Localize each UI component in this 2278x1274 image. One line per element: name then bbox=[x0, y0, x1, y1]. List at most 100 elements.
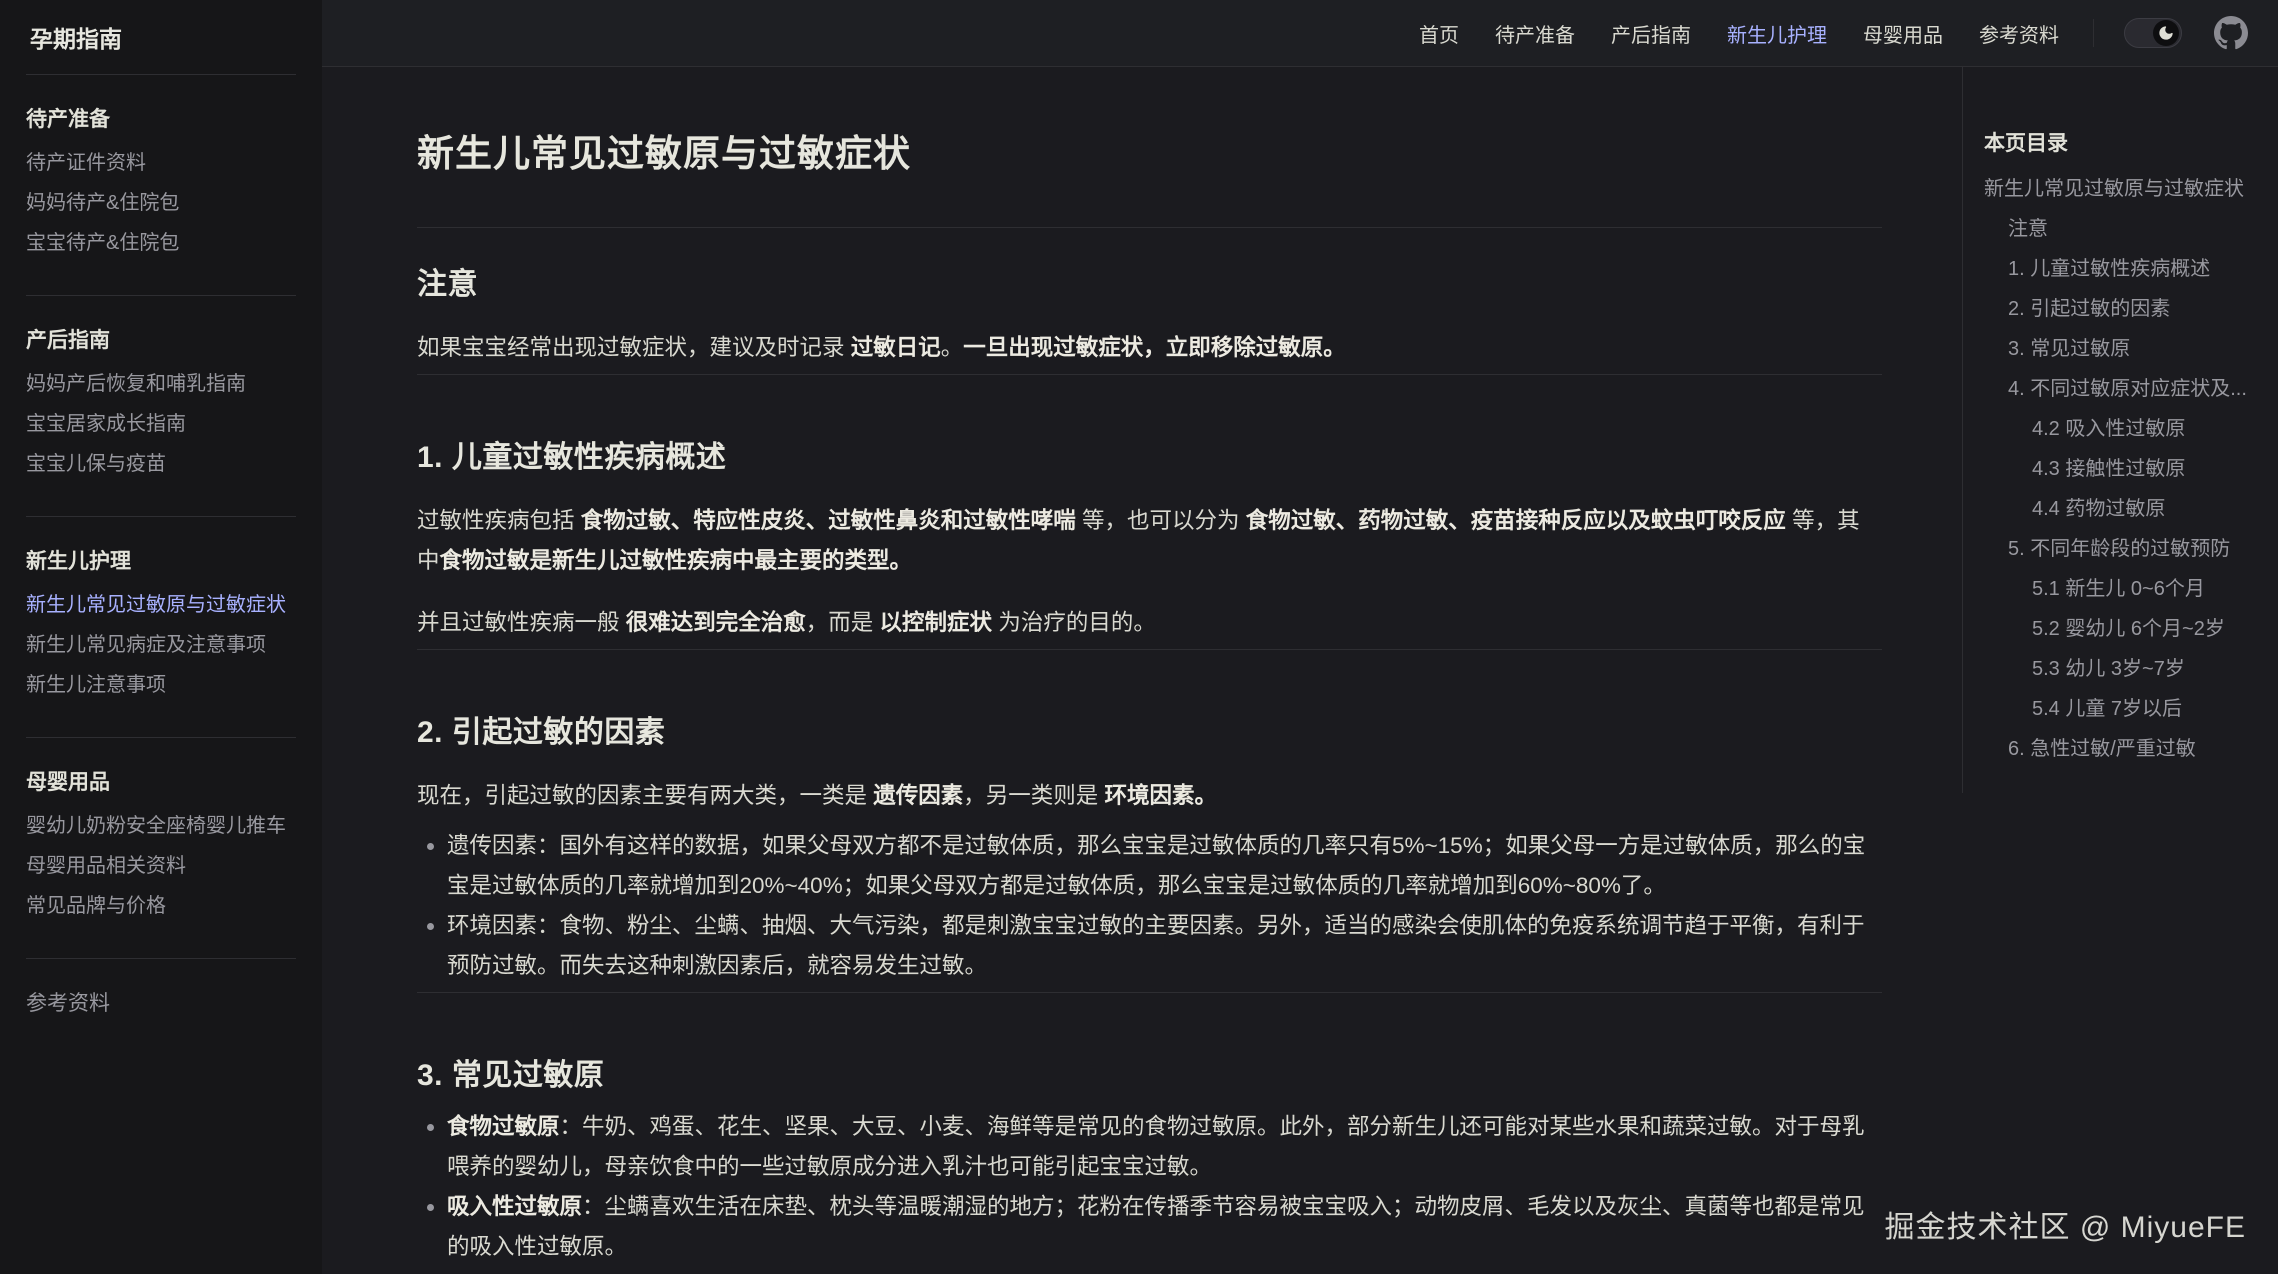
toc-item-2[interactable]: 1. 儿童过敏性疾病概述 bbox=[1984, 258, 2210, 280]
bold-text: 食物过敏、特应性皮炎、过敏性鼻炎和过敏性哮喘 bbox=[581, 508, 1076, 533]
bold-text: 食物过敏、药物过敏、疫苗接种反应以及蚊虫叮咬反应 bbox=[1246, 508, 1786, 533]
toc-items: 新生儿常见过敏原与过敏症状注意 1. 儿童过敏性疾病概述 2. 引起过敏的因素 3. … bbox=[1984, 169, 2262, 769]
sidebar-item-3-2[interactable]: 婴儿推车 bbox=[206, 815, 286, 837]
list-item: 接触性过敏原：羊毛、染料、化妆品、乳胶、化纤衣物、清洁剂、消毒剂，以及一些婴儿护… bbox=[447, 1267, 1882, 1274]
nav-link-2[interactable]: 产后指南 bbox=[1611, 19, 1691, 48]
sidebar-item-3-0[interactable]: 婴幼儿奶粉 bbox=[26, 815, 126, 837]
list-item: 遗传因素：国外有这样的数据，如果父母双方都不是过敏体质，那么宝宝是过敏体质的几率… bbox=[447, 826, 1882, 906]
section-3: 3. 常见过敏原食物过敏原：牛奶、鸡蛋、花生、坚果、大豆、小麦、海鲜等是常见的食… bbox=[417, 992, 1882, 1274]
list-item: 吸入性过敏原：尘螨喜欢生活在床垫、枕头等温暖潮湿的地方；花粉在传播季节容易被宝宝… bbox=[447, 1187, 1882, 1267]
toc-title: 本页目录 bbox=[1984, 127, 2262, 161]
toc-item-3[interactable]: 2. 引起过敏的因素 bbox=[1984, 298, 2170, 320]
text: 如果宝宝经常出现过敏症状，建议及时记录 bbox=[417, 335, 851, 360]
watermark: 掘金技术社区 @ MiyueFE bbox=[1885, 1202, 2246, 1246]
github-icon bbox=[2214, 16, 2248, 50]
sidebar-group-4: 参考资料 bbox=[26, 959, 296, 1051]
text: 并且过敏性疾病一般 bbox=[417, 610, 626, 635]
theme-toggle-knob bbox=[2153, 20, 2179, 46]
github-link[interactable] bbox=[2214, 16, 2248, 50]
section-heading-2: 2. 引起过敏的因素 bbox=[417, 712, 1882, 754]
sidebar-group-title-2: 新生儿护理 bbox=[26, 547, 296, 577]
toc-item-7[interactable]: 4.2 吸入性过敏原 bbox=[1984, 418, 2185, 440]
sidebar-item-1-2[interactable]: 宝宝儿保与疫苗 bbox=[26, 453, 166, 475]
nav-link-3[interactable]: 新生儿护理 bbox=[1727, 19, 1827, 48]
sidebar-group-title-3: 母婴用品 bbox=[26, 768, 296, 798]
sidebar-groups: 待产准备待产证件资料妈妈待产&住院包宝宝待产&住院包产后指南妈妈产后恢复和哺乳指… bbox=[26, 75, 296, 1051]
toc-item-1[interactable]: 注意 bbox=[1984, 218, 2048, 240]
paragraph: 并且过敏性疾病一般 很难达到完全治愈，而是 以控制症状 为治疗的目的。 bbox=[417, 603, 1882, 643]
section-heading-0: 注意 bbox=[417, 264, 1882, 306]
text: 现在，引起过敏的因素主要有两大类，一类是 bbox=[417, 783, 873, 808]
toc-item-0[interactable]: 新生儿常见过敏原与过敏症状 bbox=[1984, 178, 2244, 200]
section-1: 1. 儿童过敏性疾病概述过敏性疾病包括 食物过敏、特应性皮炎、过敏性鼻炎和过敏性… bbox=[417, 374, 1882, 643]
bold-text: 吸入性过敏原 bbox=[447, 1194, 582, 1219]
text: 过敏性疾病包括 bbox=[417, 508, 581, 533]
list-item: 环境因素：食物、粉尘、尘螨、抽烟、大气污染，都是刺激宝宝过敏的主要因素。另外，适… bbox=[447, 906, 1882, 986]
bullet-list: 食物过敏原：牛奶、鸡蛋、花生、坚果、大豆、小麦、海鲜等是常见的食物过敏原。此外，… bbox=[417, 1107, 1882, 1274]
sidebar-group-0: 待产准备待产证件资料妈妈待产&住院包宝宝待产&住院包 bbox=[26, 75, 296, 296]
toc-item-9[interactable]: 4.4 药物过敏原 bbox=[1984, 498, 2165, 520]
toc-item-6[interactable]: 4.1 食物过敏原 bbox=[2247, 378, 2278, 400]
bold-text: 以控制症状 bbox=[880, 610, 993, 635]
text: ：尘螨喜欢生活在床垫、枕头等温暖潮湿的地方；花粉在传播季节容易被宝宝吸入；动物皮… bbox=[447, 1194, 1865, 1259]
bold-text: 过敏日记 bbox=[851, 335, 941, 360]
sidebar-item-0-1[interactable]: 妈妈待产&住院包 bbox=[26, 192, 179, 214]
toc: 本页目录 新生儿常见过敏原与过敏症状注意 1. 儿童过敏性疾病概述 2. 引起过敏的… bbox=[1962, 67, 2262, 793]
list-item: 食物过敏原：牛奶、鸡蛋、花生、坚果、大豆、小麦、海鲜等是常见的食物过敏原。此外，… bbox=[447, 1107, 1882, 1187]
nav-link-0[interactable]: 首页 bbox=[1419, 19, 1459, 48]
sidebar-item-0-2[interactable]: 宝宝待产&住院包 bbox=[26, 232, 179, 254]
text: ：牛奶、鸡蛋、花生、坚果、大豆、小麦、海鲜等是常见的食物过敏原。此外，部分新生儿… bbox=[447, 1114, 1865, 1179]
sidebar: 孕期指南 待产准备待产证件资料妈妈待产&住院包宝宝待产&住院包产后指南妈妈产后恢… bbox=[0, 0, 322, 1274]
bold-text: 食物过敏原 bbox=[447, 1114, 560, 1139]
article: 新生儿常见过敏原与过敏症状 注意如果宝宝经常出现过敏症状，建议及时记录 过敏日记… bbox=[417, 67, 1882, 1274]
text: 。 bbox=[941, 335, 964, 360]
bold-text: 食物过敏是新生儿过敏性疾病中最主要的类型。 bbox=[440, 548, 913, 573]
nav-link-5[interactable]: 参考资料 bbox=[1979, 19, 2059, 48]
toc-item-5[interactable]: 4. 不同过敏原对应症状及... bbox=[1984, 378, 2247, 400]
theme-toggle[interactable] bbox=[2124, 18, 2182, 48]
section-heading-1: 1. 儿童过敏性疾病概述 bbox=[417, 437, 1882, 479]
site-title[interactable]: 孕期指南 bbox=[26, 0, 296, 75]
text: ，另一类则是 bbox=[963, 783, 1104, 808]
sidebar-item-2-0[interactable]: 新生儿常见过敏原与过敏症状 bbox=[26, 594, 286, 616]
toc-item-14[interactable]: 5.4 儿童 7岁以后 bbox=[1984, 698, 2182, 720]
toc-item-8[interactable]: 4.3 接触性过敏原 bbox=[1984, 458, 2185, 480]
bold-text: 很难达到完全治愈 bbox=[626, 610, 806, 635]
moon-icon bbox=[2158, 25, 2174, 41]
nav-link-4[interactable]: 母婴用品 bbox=[1863, 19, 1943, 48]
text: 环境因素：食物、粉尘、尘螨、抽烟、大气污染，都是刺激宝宝过敏的主要因素。另外，适… bbox=[447, 913, 1865, 978]
sidebar-item-3-1[interactable]: 安全座椅 bbox=[126, 815, 206, 837]
sidebar-group-2: 新生儿护理新生儿常见过敏原与过敏症状新生儿常见病症及注意事项新生儿注意事项 bbox=[26, 517, 296, 738]
sidebar-group-3: 母婴用品婴幼儿奶粉安全座椅婴儿推车母婴用品相关资料常见品牌与价格 bbox=[26, 738, 296, 959]
section-0: 注意如果宝宝经常出现过敏症状，建议及时记录 过敏日记。一旦出现过敏症状，立即移除… bbox=[417, 227, 1882, 368]
paragraph: 过敏性疾病包括 食物过敏、特应性皮炎、过敏性鼻炎和过敏性哮喘 等，也可以分为 食… bbox=[417, 501, 1882, 581]
bold-text: 一旦出现过敏症状，立即移除过敏原。 bbox=[963, 335, 1346, 360]
toc-item-11[interactable]: 5.1 新生儿 0~6个月 bbox=[1984, 578, 2205, 600]
navbar-divider bbox=[2093, 19, 2094, 47]
sidebar-group-title-0: 待产准备 bbox=[26, 105, 296, 135]
sidebar-item-3-3[interactable]: 母婴用品相关资料 bbox=[26, 855, 186, 877]
page-title: 新生儿常见过敏原与过敏症状 bbox=[417, 129, 1882, 179]
sidebar-item-2-1[interactable]: 新生儿常见病症及注意事项 bbox=[26, 634, 266, 656]
sidebar-group-title-4[interactable]: 参考资料 bbox=[26, 989, 296, 1019]
toc-item-13[interactable]: 5.3 幼儿 3岁~7岁 bbox=[1984, 658, 2185, 680]
section-2: 2. 引起过敏的因素现在，引起过敏的因素主要有两大类，一类是 遗传因素，另一类则… bbox=[417, 649, 1882, 986]
navbar: 首页 待产准备 产后指南 新生儿护理 母婴用品 参考资料 bbox=[322, 0, 2278, 67]
toc-item-15[interactable]: 6. 急性过敏/严重过敏 bbox=[1984, 738, 2196, 760]
toc-item-12[interactable]: 5.2 婴幼儿 6个月~2岁 bbox=[1984, 618, 2225, 640]
text: 为治疗的目的。 bbox=[992, 610, 1156, 635]
toc-item-10[interactable]: 5. 不同年龄段的过敏预防 bbox=[1984, 538, 2230, 560]
paragraph: 现在，引起过敏的因素主要有两大类，一类是 遗传因素，另一类则是 环境因素。 bbox=[417, 776, 1882, 816]
article-sections: 注意如果宝宝经常出现过敏症状，建议及时记录 过敏日记。一旦出现过敏症状，立即移除… bbox=[417, 227, 1882, 1274]
sidebar-item-1-1[interactable]: 宝宝居家成长指南 bbox=[26, 413, 186, 435]
sidebar-group-title-1: 产后指南 bbox=[26, 326, 296, 356]
nav-link-1[interactable]: 待产准备 bbox=[1495, 19, 1575, 48]
sidebar-item-3-4[interactable]: 常见品牌与价格 bbox=[26, 895, 166, 917]
sidebar-item-0-0[interactable]: 待产证件资料 bbox=[26, 152, 146, 174]
sidebar-item-1-0[interactable]: 妈妈产后恢复和哺乳指南 bbox=[26, 373, 246, 395]
sidebar-item-2-2[interactable]: 新生儿注意事项 bbox=[26, 674, 166, 696]
toc-item-4[interactable]: 3. 常见过敏原 bbox=[1984, 338, 2130, 360]
navbar-links: 首页 待产准备 产后指南 新生儿护理 母婴用品 参考资料 bbox=[1419, 19, 2059, 48]
text: ，而是 bbox=[806, 610, 880, 635]
bullet-list: 遗传因素：国外有这样的数据，如果父母双方都不是过敏体质，那么宝宝是过敏体质的几率… bbox=[417, 826, 1882, 986]
